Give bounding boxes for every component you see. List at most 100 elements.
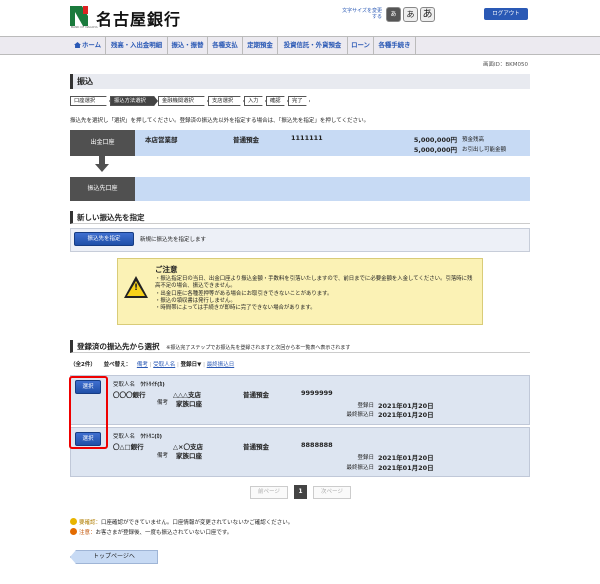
source-available: 5,000,000円: [413, 146, 457, 154]
step-method-select: 振込方法選択: [110, 96, 158, 106]
instruction-text: 振込先を選択し「選択」を押してください。登録済の振込先以外を指定する場合は、「振…: [70, 118, 370, 124]
payee-bank: 〇△□銀行: [113, 443, 144, 451]
payee-bank: 〇〇〇銀行: [113, 391, 146, 399]
legend-text: 口座確認ができていません。口座情報が変更されていないかご確認ください。: [101, 520, 294, 526]
sort-lastdate-link[interactable]: 最終振込日: [207, 362, 235, 368]
caution-item-text: 時間帯によっては手続きが即時に完了できない場合があります。: [160, 305, 316, 312]
payee-name: ｳｹﾄﾘｲﾁ(ｶ): [140, 382, 165, 388]
bank-name-english: BANK OF NAGOYA: [71, 25, 98, 29]
payee-last-label: 最終振込日: [346, 412, 374, 418]
new-payee-box: [70, 228, 530, 252]
payee-reg-date: 2021年01月20日: [378, 454, 434, 462]
step-complete: 完了: [288, 96, 310, 106]
payee-reg-label: 登録日: [357, 455, 374, 461]
payee-account-type: 普通預金: [243, 391, 269, 399]
source-balance: 5,000,000円: [413, 136, 457, 144]
caution-item: ・振込指定日の当日、出金口座より振込金額・手数料を引落いたしますので、前日までに…: [155, 276, 473, 290]
payee-name-label: 受取人名: [113, 434, 136, 440]
font-size-medium-button[interactable]: あ: [403, 7, 418, 22]
caution-icon: [70, 528, 77, 535]
nav-home-label: ホーム: [82, 41, 101, 49]
sort-label: 並べ替え：: [103, 362, 132, 368]
nav-payments[interactable]: 各種支払: [208, 37, 243, 54]
payee-memo: 家族口座: [176, 400, 202, 408]
top-page-button[interactable]: トップページへ: [70, 550, 158, 564]
payee-name: ｳｹﾄﾘﾆ(ｶ): [140, 434, 163, 440]
payee-name-line: 受取人名 ｳｹﾄﾘﾆ(ｶ): [113, 432, 162, 440]
new-payee-title: 新しい振込先を指定: [70, 211, 530, 224]
caution-item-text: 振込指定日の当日、出金口座より振込金額・手数料を引落いたしますので、前日までに必…: [155, 276, 473, 290]
payee-name-label: 受取人名: [113, 382, 136, 388]
font-size-large-button[interactable]: あ: [420, 7, 435, 22]
nav-investment[interactable]: 投資信託・外貨預金: [278, 37, 348, 54]
caution-item-text: 振込の領収書は発行しません。: [160, 297, 236, 304]
registered-title-text: 登録済の振込先から選択: [77, 342, 160, 351]
payee-last-label: 最終振込日: [346, 465, 374, 471]
caution-list: ・振込指定日の当日、出金口座より振込金額・手数料を引落いたしますので、前日までに…: [155, 276, 475, 312]
next-page-button[interactable]: 次ページ: [313, 486, 351, 499]
payee-account-number: 9999999: [301, 389, 333, 397]
source-available-label: お引出し可能金額: [462, 147, 507, 153]
current-page: 1: [294, 485, 307, 499]
destination-account-row: [70, 177, 530, 201]
source-balance-label: 預金残高: [462, 137, 485, 143]
page-title: 振込: [70, 74, 530, 89]
bank-name: 名古屋銀行: [96, 10, 182, 29]
nav-loan[interactable]: ローン: [348, 37, 374, 54]
payee-memo: 家族口座: [176, 452, 202, 460]
legend-needs-check: 要確認：口座確認ができていません。口座情報が変更されていないかご確認ください。: [70, 518, 293, 526]
arrow-down-icon: [95, 164, 109, 172]
step-institution-select: 金融機関選択: [158, 96, 208, 106]
bank-logo-icon: [70, 6, 88, 26]
nav-time-deposit[interactable]: 定期預金: [243, 37, 278, 54]
legend-label: 要確認：: [79, 520, 102, 526]
specify-payee-button[interactable]: 振込先を指定: [74, 232, 134, 246]
sort-name-link[interactable]: 受取人名: [153, 362, 175, 368]
legend-text: お客さまが登録後、一度も振込されていない口座です。: [95, 530, 233, 536]
needs-check-icon: [70, 518, 77, 525]
legend-caution: 注意：お客さまが登録後、一度も振込されていない口座です。: [70, 528, 232, 536]
source-branch: 本店営業部: [145, 136, 178, 144]
registered-payees-title: 登録済の振込先から選択 ※振込完了ステップでお振込先を登録されますと次回から本一…: [70, 340, 530, 353]
sort-memo-link[interactable]: 備考: [137, 362, 148, 368]
step-input: 入力: [244, 96, 266, 106]
payee-memo-label: 備考: [157, 453, 169, 459]
warning-icon-mark: !: [133, 283, 139, 293]
arrow-stem: [99, 156, 105, 164]
nav-home[interactable]: ホーム: [70, 37, 106, 54]
caution-item-text: 出金口座に各種差押等がある場合にお取引きできないことがあります。: [160, 290, 333, 297]
payee-account-number: 8888888: [301, 441, 333, 449]
sort-regdate-active[interactable]: 登録日▼: [181, 362, 202, 368]
new-payee-desc: 新規に振込先を指定します: [140, 237, 207, 243]
source-account-number: 1111111: [291, 134, 323, 142]
payee-memo-label: 備考: [157, 400, 169, 406]
nav-procedures[interactable]: 各種手続き: [374, 37, 416, 54]
caution-item: ・出金口座に各種差押等がある場合にお取引きできないことがあります。: [155, 290, 333, 297]
screen-id: 画面ID：BKM050: [483, 62, 528, 68]
payee-account-type: 普通預金: [243, 443, 269, 451]
source-account-label: 出金口座: [70, 130, 135, 156]
caution-item: ・時間帯によっては手続きが即時に完了できない場合があります。: [155, 305, 316, 312]
registered-subnote: ※振込完了ステップでお振込先を登録されますと次回から本一覧表へ表示されます: [166, 345, 351, 351]
main-nav: ホーム 残高・入出金明細 振込・振替 各種支払 定期預金 投資信託・外貨預金 ロ…: [0, 36, 600, 55]
nav-transfer[interactable]: 振込・振替: [168, 37, 208, 54]
payee-last-date: 2021年01月20日: [378, 411, 434, 419]
font-size-small-button[interactable]: あ: [386, 7, 401, 22]
prev-page-button[interactable]: 前ページ: [250, 486, 288, 499]
sort-bar: （全2件） 並べ替え： 備考 | 受取人名 | 登録日▼ | 最終振込日: [70, 362, 235, 368]
caution-title: ご注意: [155, 265, 178, 274]
home-icon: [74, 42, 81, 48]
payee-count: （全2件）: [70, 362, 96, 368]
step-confirm: 確認: [266, 96, 288, 106]
logout-button[interactable]: ログアウト: [484, 8, 528, 20]
legend-label: 注意：: [79, 530, 96, 536]
destination-account-label: 振込先口座: [70, 177, 135, 201]
payee-reg-label: 登録日: [357, 403, 374, 409]
source-account-type: 普通預金: [233, 136, 259, 144]
font-size-label: 文字サイズを変更する: [342, 8, 382, 20]
select-buttons-highlight: [69, 376, 108, 449]
payee-last-date: 2021年01月20日: [378, 464, 434, 472]
step-account-select: 口座選択: [70, 96, 110, 106]
step-branch-select: 支店選択: [208, 96, 244, 106]
nav-balance[interactable]: 残高・入出金明細: [106, 37, 168, 54]
